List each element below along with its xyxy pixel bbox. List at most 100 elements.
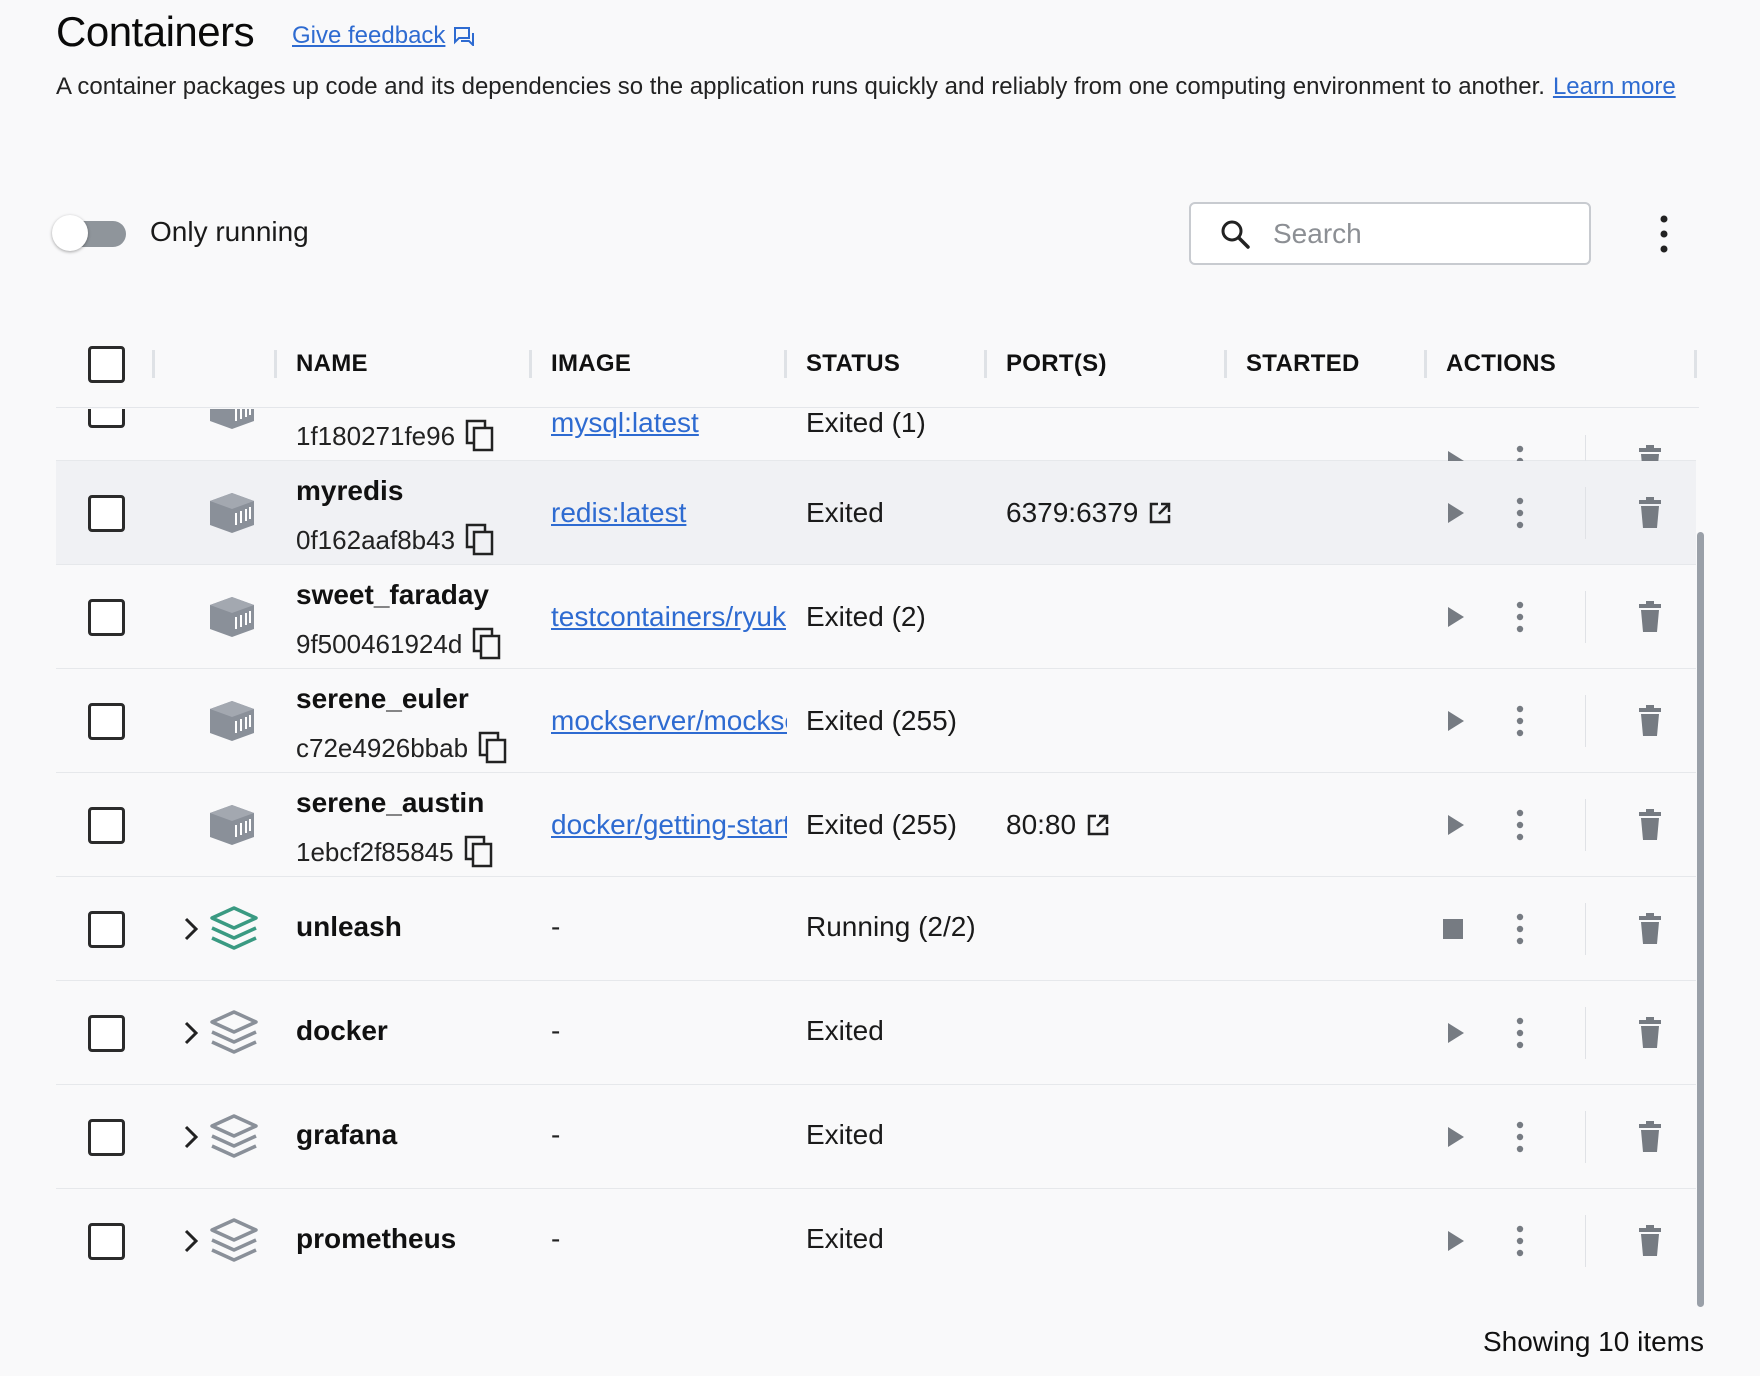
more-options-icon[interactable]: [1652, 212, 1676, 256]
feedback-icon: [454, 27, 475, 46]
image-link[interactable]: docker/getting-started: [551, 809, 787, 841]
give-feedback-link[interactable]: Give feedback: [292, 22, 475, 50]
search-box[interactable]: [1189, 202, 1591, 265]
row-checkbox[interactable]: [88, 807, 125, 844]
status-text: Exited (255): [806, 809, 957, 840]
row-checkbox[interactable]: [88, 1223, 125, 1260]
column-header-ports[interactable]: PORT(S): [1006, 320, 1107, 408]
container-id: 0f162aaf8b43: [296, 523, 495, 557]
port-text: 6379:6379: [1006, 497, 1139, 528]
trash-icon[interactable]: [1637, 809, 1663, 841]
chevron-right-icon[interactable]: [182, 915, 200, 943]
learn-more-link[interactable]: Learn more: [1553, 73, 1676, 100]
play-icon[interactable]: [1446, 813, 1466, 837]
row-checkbox[interactable]: [88, 599, 125, 636]
image-text: -: [551, 1119, 561, 1150]
page-title: Containers: [56, 8, 255, 55]
image-text: -: [551, 911, 561, 942]
image-link[interactable]: testcontainers/ryuk: [551, 601, 787, 633]
copy-icon[interactable]: [465, 419, 495, 453]
select-all-checkbox[interactable]: [88, 346, 125, 383]
row-more-icon[interactable]: [1516, 1121, 1524, 1153]
trash-icon[interactable]: [1637, 1121, 1663, 1153]
table-row[interactable]: grafana - Exited: [56, 1085, 1696, 1189]
compose-name: unleash: [296, 911, 402, 942]
column-divider: [529, 350, 532, 378]
trash-icon[interactable]: [1637, 1225, 1663, 1257]
compose-stack-icon: [210, 1010, 258, 1054]
action-divider: [1585, 695, 1586, 747]
image-text: -: [551, 1223, 561, 1254]
image-link[interactable]: mockserver/mockserver: [551, 705, 787, 737]
row-more-icon[interactable]: [1516, 601, 1524, 633]
column-header-status[interactable]: STATUS: [806, 320, 900, 408]
row-more-icon[interactable]: [1516, 1017, 1524, 1049]
table-row[interactable]: serene_euler c72e4926bbab mockserver/moc…: [56, 669, 1696, 773]
action-divider: [1585, 487, 1586, 539]
table-row[interactable]: docker - Exited: [56, 981, 1696, 1085]
copy-icon[interactable]: [472, 627, 502, 661]
table-row[interactable]: myredis 0f162aaf8b43 redis:latest Exited…: [56, 461, 1696, 565]
column-divider: [1224, 350, 1227, 378]
stop-icon[interactable]: [1443, 919, 1463, 939]
play-icon[interactable]: [1446, 605, 1466, 629]
image-link[interactable]: mysql:latest: [551, 409, 787, 439]
action-divider: [1585, 1111, 1586, 1163]
row-more-icon[interactable]: [1516, 705, 1524, 737]
row-more-icon[interactable]: [1516, 497, 1524, 529]
row-more-icon[interactable]: [1516, 809, 1524, 841]
play-icon[interactable]: [1446, 1021, 1466, 1045]
only-running-label: Only running: [150, 216, 309, 247]
compose-name: docker: [296, 1015, 388, 1046]
table-header: NAME IMAGE STATUS PORT(S) STARTED ACTION…: [56, 320, 1699, 408]
row-checkbox[interactable]: [88, 703, 125, 740]
play-icon[interactable]: [1446, 709, 1466, 733]
only-running-toggle[interactable]: [52, 215, 128, 251]
search-input[interactable]: [1273, 217, 1573, 250]
table-row[interactable]: prometheus - Exited: [56, 1189, 1696, 1293]
container-icon: [210, 597, 254, 637]
trash-icon[interactable]: [1637, 913, 1663, 945]
port-text: 80:80: [1006, 809, 1077, 840]
table-row[interactable]: cool_lalande 1f180271fe96 mysql:latest E…: [56, 409, 1696, 487]
table-row[interactable]: unleash - Running (2/2): [56, 877, 1696, 981]
chevron-right-icon[interactable]: [182, 1123, 200, 1151]
trash-icon[interactable]: [1637, 1017, 1663, 1049]
copy-icon[interactable]: [478, 731, 508, 765]
container-name: serene_austin: [296, 787, 485, 818]
compose-name: grafana: [296, 1119, 398, 1150]
port-link[interactable]: 6379:6379: [1006, 497, 1172, 529]
status-text: Running (2/2): [806, 911, 976, 942]
table-row[interactable]: sweet_faraday 9f500461924d testcontainer…: [56, 565, 1696, 669]
column-header-started[interactable]: STARTED: [1246, 320, 1360, 408]
trash-icon[interactable]: [1637, 601, 1663, 633]
trash-icon[interactable]: [1637, 497, 1663, 529]
play-icon[interactable]: [1446, 501, 1466, 525]
copy-icon[interactable]: [465, 523, 495, 557]
column-header-name[interactable]: NAME: [296, 320, 368, 408]
row-checkbox[interactable]: [88, 409, 125, 428]
port-link[interactable]: 80:80: [1006, 809, 1110, 841]
image-link[interactable]: redis:latest: [551, 497, 787, 529]
chevron-right-icon[interactable]: [182, 1019, 200, 1047]
play-icon[interactable]: [1446, 1229, 1466, 1253]
row-checkbox[interactable]: [88, 1015, 125, 1052]
action-divider: [1585, 591, 1586, 643]
row-more-icon[interactable]: [1516, 1225, 1524, 1257]
column-divider: [984, 350, 987, 378]
table-row[interactable]: serene_austin 1ebcf2f85845 docker/gettin…: [56, 773, 1696, 877]
column-header-image[interactable]: IMAGE: [551, 320, 631, 408]
chevron-right-icon[interactable]: [182, 1227, 200, 1255]
action-divider: [1585, 799, 1586, 851]
row-checkbox[interactable]: [88, 1119, 125, 1156]
row-checkbox[interactable]: [88, 495, 125, 532]
row-checkbox[interactable]: [88, 911, 125, 948]
item-count: Showing 10 items: [1482, 1326, 1704, 1357]
scrollbar-thumb[interactable]: [1697, 532, 1704, 1307]
status-text: Exited: [806, 1223, 884, 1254]
play-icon[interactable]: [1446, 1125, 1466, 1149]
copy-icon[interactable]: [464, 835, 494, 869]
trash-icon[interactable]: [1637, 705, 1663, 737]
container-id: c72e4926bbab: [296, 731, 508, 765]
row-more-icon[interactable]: [1516, 913, 1524, 945]
